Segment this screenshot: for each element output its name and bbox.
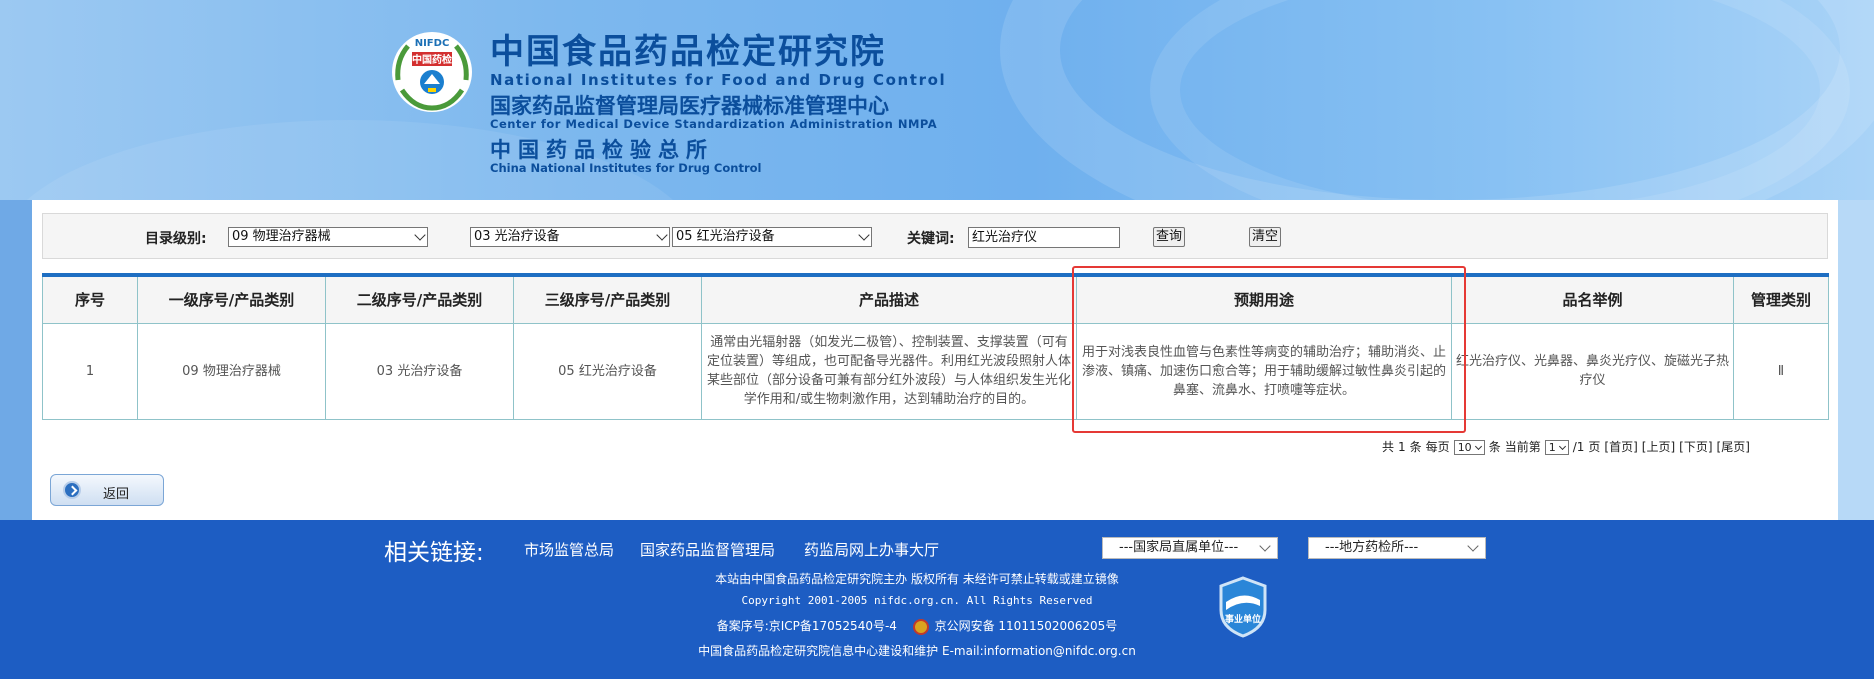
police-record-link[interactable]: 京公网安备 11011502006205号 [935, 619, 1118, 633]
site-subtitle-en: Center for Medical Device Standardizatio… [490, 117, 938, 131]
level2-select[interactable]: 03 光治疗设备 [470, 227, 670, 247]
public-institution-badge-icon[interactable]: 事业单位 [1218, 576, 1268, 638]
copyright-text: Copyright 2001-2005 nifdc.org.cn. All Ri… [741, 594, 1093, 607]
arrow-right-icon [63, 481, 81, 499]
total-prefix: 共 [1382, 440, 1395, 454]
column-header: 预期用途 [1076, 274, 1452, 324]
badge-text: 事业单位 [1225, 613, 1261, 625]
column-header: 管理类别 [1733, 274, 1829, 324]
page-unit: 页 [1588, 440, 1601, 454]
page-total: /1 [1572, 440, 1585, 454]
related-links-label: 相关链接: [384, 540, 484, 566]
cell-level1: 09 物理治疗器械 [137, 322, 326, 420]
local-institutes-dropdown-value: ---地方药检所--- [1325, 540, 1419, 555]
chevron-down-icon [1467, 540, 1479, 552]
table-row: 1 09 物理治疗器械 03 光治疗设备 05 红光治疗设备 通常由光辐射器（如… [42, 322, 1829, 420]
police-badge-icon [912, 618, 929, 635]
first-page-link[interactable]: [首页] [1604, 440, 1637, 454]
total-count: 1 [1398, 440, 1406, 454]
filter-bar: 目录级别: 09 物理治疗器械 03 光治疗设备 05 红光治疗设备 关键词: … [42, 213, 1828, 259]
per-page-unit: 条 [1488, 440, 1501, 454]
cell-level3: 05 红光治疗设备 [513, 322, 702, 420]
site-subtitle: 国家药品监督管理局医疗器械标准管理中心 [490, 94, 889, 118]
cell-examples: 红光治疗仪、光鼻器、鼻炎光疗仪、旋磁光子热疗仪 [1451, 322, 1734, 420]
banner-decoration [1150, 0, 1850, 200]
catalog-level-label: 目录级别: [145, 231, 207, 247]
pagination: 共 1 条每页 10 条当前第 1/1 页 [首页] [上页] [下页] [尾页] [1382, 438, 1754, 455]
back-button-label: 返回 [103, 487, 130, 502]
results-table: 序号 一级序号/产品类别 二级序号/产品类别 三级序号/产品类别 产品描述 预期… [42, 273, 1829, 420]
column-header: 品名举例 [1451, 274, 1734, 324]
chevron-down-icon [858, 229, 870, 241]
table-header-row: 序号 一级序号/产品类别 二级序号/产品类别 三级序号/产品类别 产品描述 预期… [42, 274, 1829, 324]
site-title-en: National Institutes for Food and Drug Co… [490, 71, 947, 89]
column-header: 产品描述 [701, 274, 1077, 324]
logo-text: NIFDC [415, 38, 450, 49]
chevron-down-icon [1259, 540, 1271, 552]
chevron-down-icon [414, 229, 426, 241]
keyword-label: 关键词: [907, 231, 955, 247]
site-title: 中国食品药品检定研究院 [490, 32, 886, 72]
host-statement: 本站由中国食品药品检定研究院主办 版权所有 未经许可禁止转载或建立镜像 [715, 572, 1119, 586]
back-button[interactable]: 返回 [50, 474, 164, 506]
level3-select-value: 05 红光治疗设备 [676, 229, 775, 244]
chevron-down-icon [656, 229, 668, 241]
level1-select-value: 09 物理治疗器械 [232, 229, 331, 244]
level2-select-value: 03 光治疗设备 [474, 229, 560, 244]
panel-side [0, 200, 32, 520]
clear-button[interactable]: 清空 [1249, 227, 1281, 247]
org-title: 中国食品药品检定研究院 National Institutes for Food… [490, 32, 946, 175]
level3-select[interactable]: 05 红光治疗设备 [672, 227, 872, 247]
local-institutes-dropdown[interactable]: ---地方药检所--- [1308, 537, 1486, 559]
footer: 相关链接: 市场监管总局 国家药品监督管理局 药监局网上办事大厅 ---国家局直… [0, 520, 1874, 679]
column-header: 三级序号/产品类别 [513, 274, 702, 324]
header-banner: 中国药检 NIFDC 中国食品药品检定研究院 National Institut… [0, 0, 1874, 200]
cell-level2: 03 光治疗设备 [325, 322, 514, 420]
icp-record-link[interactable]: 备案序号:京ICP备17052540号-4 [717, 619, 897, 633]
link-online-service[interactable]: 药监局网上办事大厅 [804, 539, 939, 560]
prev-page-link[interactable]: [上页] [1642, 440, 1675, 454]
link-samr[interactable]: 市场监管总局 [524, 539, 614, 560]
last-page-link[interactable]: [尾页] [1717, 440, 1750, 454]
direct-units-dropdown[interactable]: ---国家局直属单位--- [1102, 537, 1278, 559]
record-line: 备案序号:京ICP备17052540号-4 京公网安备 110115020062… [0, 617, 1854, 635]
cell-index: 1 [42, 322, 138, 420]
total-unit: 条 [1409, 440, 1422, 454]
per-page-label: 每页 [1425, 440, 1450, 454]
site-subtitle-2-en: China National Institutes for Drug Contr… [490, 161, 762, 175]
column-header: 序号 [42, 274, 138, 324]
cell-intended-use: 用于对浅表良性血管与色素性等病变的辅助治疗；辅助消炎、止渗液、镇痛、加速伤口愈合… [1076, 322, 1452, 420]
site-subtitle-2: 中国药品检验总所 [490, 138, 714, 162]
column-header: 一级序号/产品类别 [137, 274, 326, 324]
level1-select[interactable]: 09 物理治疗器械 [228, 227, 428, 247]
cell-description: 通常由光辐射器（如发光二极管）、控制装置、支撑装置（可有定位装置）等组成，也可配… [701, 322, 1077, 420]
column-header: 二级序号/产品类别 [325, 274, 514, 324]
query-button[interactable]: 查询 [1153, 227, 1185, 247]
cell-mgmt-class: Ⅱ [1733, 322, 1829, 420]
nifdc-logo-icon: 中国药检 NIFDC [392, 32, 472, 112]
next-page-link[interactable]: [下页] [1679, 440, 1712, 454]
keyword-input[interactable]: 红光治疗仪 [968, 227, 1120, 248]
per-page-select[interactable]: 10 [1453, 440, 1485, 455]
maintainer-text: 中国食品药品检定研究院信息中心建设和维护 E-mail:information@… [698, 644, 1136, 658]
panel-side [1838, 200, 1874, 520]
direct-units-dropdown-value: ---国家局直属单位--- [1119, 540, 1239, 555]
link-nmpa[interactable]: 国家药品监督管理局 [640, 539, 775, 560]
page-select[interactable]: 1 [1544, 440, 1569, 455]
logo-inner-text: 中国药检 [412, 53, 452, 66]
current-label: 当前第 [1504, 440, 1541, 454]
